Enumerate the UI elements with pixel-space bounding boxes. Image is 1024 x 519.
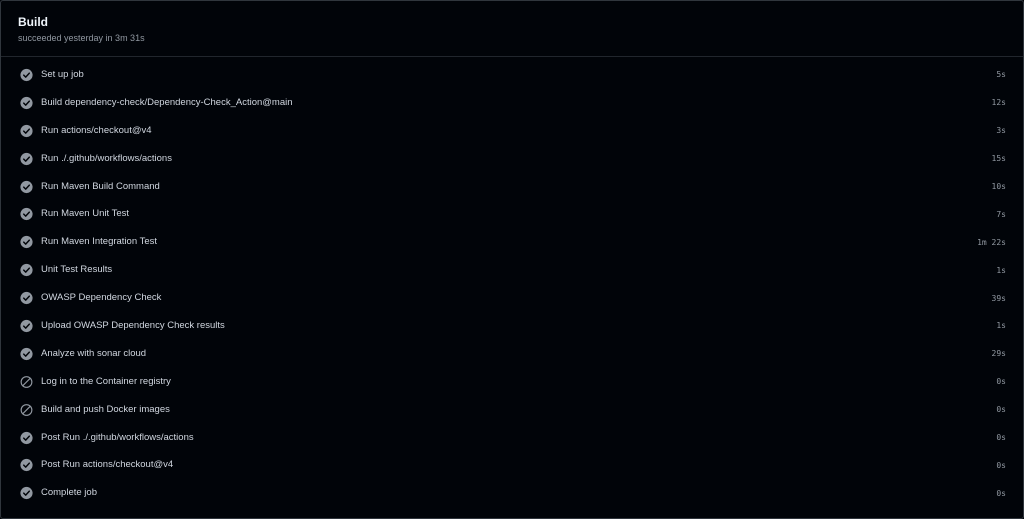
check-circle-icon [20,431,33,444]
step-row[interactable]: Run Maven Unit Test 7s [1,200,1023,228]
step-duration: 0s [996,433,1006,443]
step-duration: 0s [996,377,1006,387]
step-name: Post Run ./.github/workflows/actions [41,431,194,443]
step-duration: 39s [991,293,1006,303]
step-name: Set up job [41,68,84,80]
step-row[interactable]: Post Run ./.github/workflows/actions 0s [1,424,1023,452]
check-circle-icon [20,180,33,193]
step-row[interactable]: Analyze with sonar cloud 29s [1,340,1023,368]
step-name: Log in to the Container registry [41,375,171,387]
check-circle-icon [20,347,33,360]
step-name: OWASP Dependency Check [41,292,162,304]
step-name: Upload OWASP Dependency Check results [41,319,225,331]
check-circle-icon [20,152,33,165]
step-name: Run Maven Unit Test [41,208,130,220]
step-duration: 5s [996,70,1006,80]
step-duration: 12s [991,98,1006,108]
step-name: Analyze with sonar cloud [41,347,147,359]
step-row[interactable]: OWASP Dependency Check 39s [1,284,1023,312]
job-header: Build succeeded yesterday in 3m 31s [1,1,1023,57]
step-duration: 15s [991,154,1006,164]
check-circle-icon [20,96,33,109]
job-status: succeeded yesterday in 3m 31s [18,33,145,43]
step-name: Build dependency-check/Dependency-Check_… [41,96,293,108]
check-circle-icon [20,208,33,221]
step-name: Run ./.github/workflows/actions [41,152,172,164]
step-name: Unit Test Results [41,264,113,276]
step-row[interactable]: Run Maven Build Command 10s [1,173,1023,201]
step-name: Run Maven Build Command [41,180,160,192]
skipped-icon [20,403,33,416]
step-name: Build and push Docker images [41,403,170,415]
step-row[interactable]: Run ./.github/workflows/actions 15s [1,145,1023,173]
check-circle-icon [20,236,33,249]
step-row[interactable]: Set up job 5s [1,61,1023,89]
job-title: Build [18,15,48,29]
step-name: Complete job [41,487,97,499]
step-duration: 0s [996,488,1006,498]
step-duration: 7s [996,209,1006,219]
step-row[interactable]: Run actions/checkout@v4 3s [1,117,1023,145]
step-duration: 1m 22s [977,237,1006,247]
step-row[interactable]: Post Run actions/checkout@v4 0s [1,451,1023,479]
check-circle-icon [20,264,33,277]
step-list: Set up job 5s Build dependency-check/Depen… [1,61,1023,507]
step-row[interactable]: Build and push Docker images 0s [1,396,1023,424]
step-name: Run actions/checkout@v4 [41,124,152,136]
step-duration: 29s [991,349,1006,359]
step-name: Post Run actions/checkout@v4 [41,459,174,471]
step-name: Run Maven Integration Test [41,236,158,248]
check-circle-icon [20,319,33,333]
step-duration: 1s [996,265,1006,275]
step-row[interactable]: Build dependency-check/Dependency-Check_… [1,89,1023,117]
check-circle-icon [20,124,33,137]
step-duration: 0s [996,405,1006,415]
step-duration: 0s [996,460,1006,470]
step-row[interactable]: Unit Test Results 1s [1,256,1023,284]
check-circle-icon [20,291,33,305]
check-circle-icon [20,459,33,472]
job-panel: Build succeeded yesterday in 3m 31s Set … [0,0,1024,519]
step-row[interactable]: Log in to the Container registry 0s [1,368,1023,396]
step-duration: 10s [991,182,1006,191]
step-row[interactable]: Upload OWASP Dependency Check results 1s [1,312,1023,340]
step-row[interactable]: Complete job 0s [1,479,1023,507]
check-circle-icon [20,68,33,82]
step-row[interactable]: Run Maven Integration Test 1m 22s [1,228,1023,256]
step-duration: 3s [996,126,1006,136]
check-circle-icon [20,487,33,500]
skipped-icon [20,375,33,388]
step-duration: 1s [996,321,1006,331]
